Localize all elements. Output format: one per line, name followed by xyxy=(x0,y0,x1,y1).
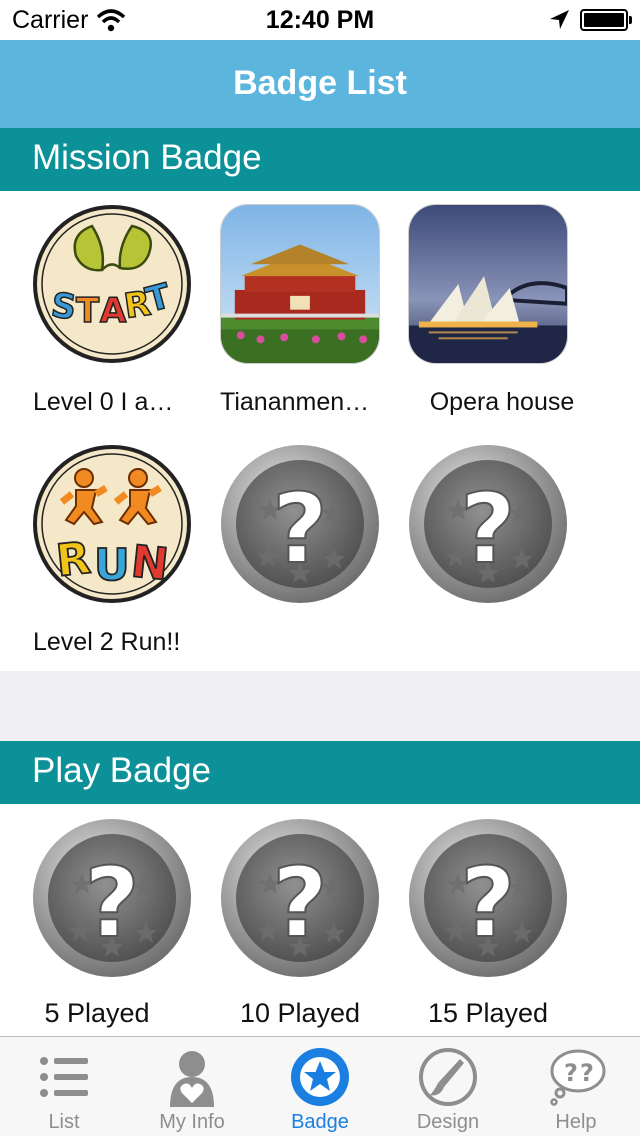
tab-my-info[interactable]: My Info xyxy=(128,1037,256,1136)
battery-icon xyxy=(580,9,632,31)
svg-text:U: U xyxy=(94,540,130,591)
badge-label: Tiananmen Square xyxy=(220,388,388,416)
locked-badge-icon xyxy=(32,818,192,978)
tab-badge[interactable]: Badge xyxy=(256,1037,384,1136)
status-time: 12:40 PM xyxy=(265,6,375,34)
tab-label: Badge xyxy=(291,1111,349,1133)
star-badge-icon xyxy=(291,1048,349,1106)
mission-badge-header: Mission Badge xyxy=(0,128,640,191)
badge-label: Opera house xyxy=(429,388,575,416)
svg-text:R: R xyxy=(54,533,93,587)
locked-badge-icon xyxy=(408,818,568,978)
person-icon xyxy=(170,1051,214,1107)
svg-text:T: T xyxy=(76,291,100,331)
opera-house-photo xyxy=(408,204,568,364)
location-arrow-icon xyxy=(550,10,569,29)
badge-label: 15 Played xyxy=(427,998,549,1028)
tiananmen-photo xyxy=(220,204,380,364)
section-title: Play Badge xyxy=(32,751,212,790)
tab-list[interactable]: List xyxy=(0,1037,128,1136)
tab-label: My Info xyxy=(159,1111,225,1133)
section-title: Mission Badge xyxy=(32,138,262,177)
svg-text:?: ? xyxy=(580,1059,594,1087)
nav-bar: Badge List xyxy=(0,40,640,128)
help-bubble-icon: ? ? xyxy=(550,1049,606,1106)
brush-icon xyxy=(419,1048,477,1106)
page-title: Badge List xyxy=(233,64,407,102)
start-badge-icon: S T A R T xyxy=(33,205,191,363)
status-bar: Carrier 12:40 PM xyxy=(0,0,640,40)
svg-text:N: N xyxy=(129,536,171,591)
tab-label: Design xyxy=(416,1111,480,1133)
tab-bar: List My Info Badge Design ? ? Help xyxy=(0,1036,640,1136)
badge-label: Level 0 I am a beginner xyxy=(33,388,200,416)
locked-badge-icon xyxy=(220,444,380,604)
play-badge-header: Play Badge xyxy=(0,741,640,804)
tab-design[interactable]: Design xyxy=(384,1037,512,1136)
locked-badge-icon xyxy=(220,818,380,978)
tab-help[interactable]: ? ? Help xyxy=(512,1037,640,1136)
tab-label: Help xyxy=(555,1111,597,1133)
badge-label: Level 2 Run!! xyxy=(33,628,181,656)
svg-text:?: ? xyxy=(564,1059,578,1087)
badge-label: 5 Played xyxy=(44,998,150,1028)
list-icon xyxy=(40,1057,88,1097)
run-badge-icon: R U N xyxy=(33,445,191,603)
tab-label: List xyxy=(48,1111,80,1133)
locked-badge-icon xyxy=(408,444,568,604)
